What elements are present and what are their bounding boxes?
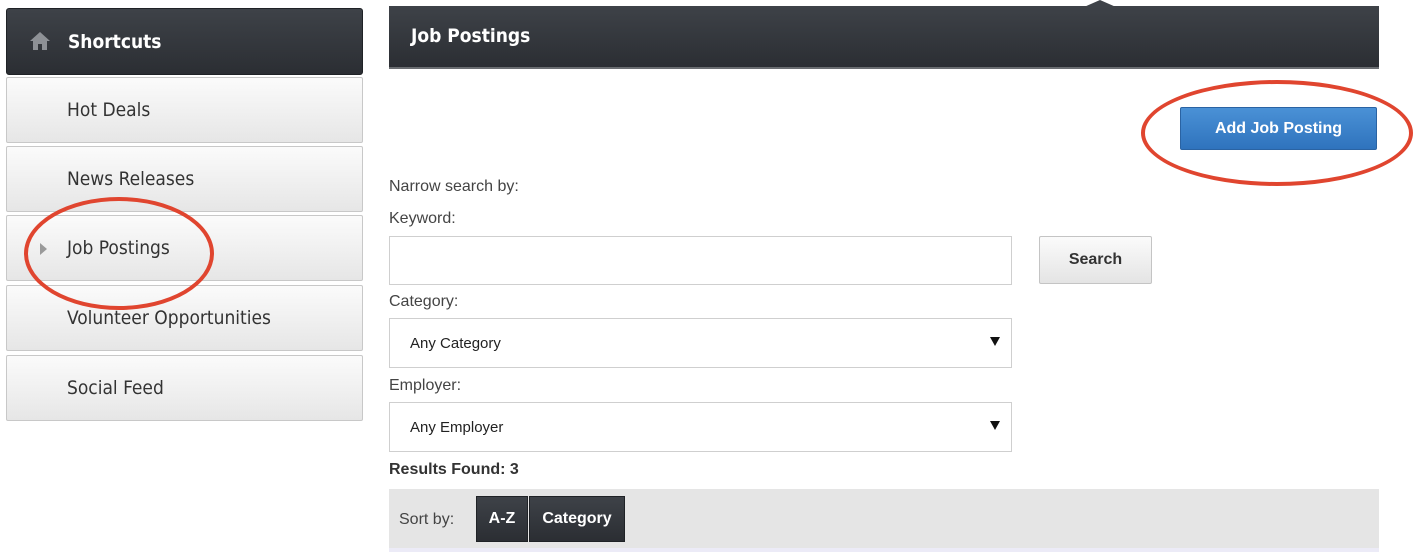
sidebar-item-hot-deals[interactable]: Hot Deals [6,77,363,143]
sort-az-button[interactable]: A-Z [476,496,528,542]
category-select-value: Any Category [410,335,501,352]
sort-label: Sort by: [399,511,455,528]
caret-down-icon [990,337,1000,346]
add-job-posting-button[interactable]: Add Job Posting [1180,107,1377,150]
page-header: Job Postings [389,6,1379,69]
search-button[interactable]: Search [1039,236,1152,284]
sidebar-item-label: Hot Deals [67,99,151,121]
category-select[interactable]: Any Category [389,318,1012,368]
sidebar-item-job-postings[interactable]: Job Postings [6,215,363,281]
caret-down-icon [990,421,1000,430]
sidebar-item-label: Job Postings [67,237,170,259]
sidebar-item-label: Volunteer Opportunities [67,307,271,329]
employer-select-value: Any Employer [410,419,504,436]
caret-right-icon [40,243,47,255]
sort-category-button[interactable]: Category [529,496,625,542]
home-icon [30,32,50,50]
employer-label: Employer: [389,377,462,394]
header-notch [1084,0,1116,7]
sidebar-item-volunteer-opportunities[interactable]: Volunteer Opportunities [6,285,363,351]
sidebar-header-label: Shortcuts [68,31,162,53]
sidebar-item-social-feed[interactable]: Social Feed [6,355,363,421]
sidebar-header: Shortcuts [6,8,363,75]
keyword-label: Keyword: [389,210,456,227]
sidebar-item-news-releases[interactable]: News Releases [6,146,363,212]
results-count: Results Found: 3 [389,461,519,478]
page-title: Job Postings [411,25,531,47]
narrow-search-label: Narrow search by: [389,178,519,195]
keyword-input[interactable] [389,236,1012,285]
category-label: Category: [389,293,459,310]
sidebar-item-label: Social Feed [67,377,164,399]
sort-bar: Sort by: A-Z Category [389,489,1379,552]
sidebar-item-label: News Releases [67,168,195,190]
results-strip [389,548,1379,552]
employer-select[interactable]: Any Employer [389,402,1012,452]
